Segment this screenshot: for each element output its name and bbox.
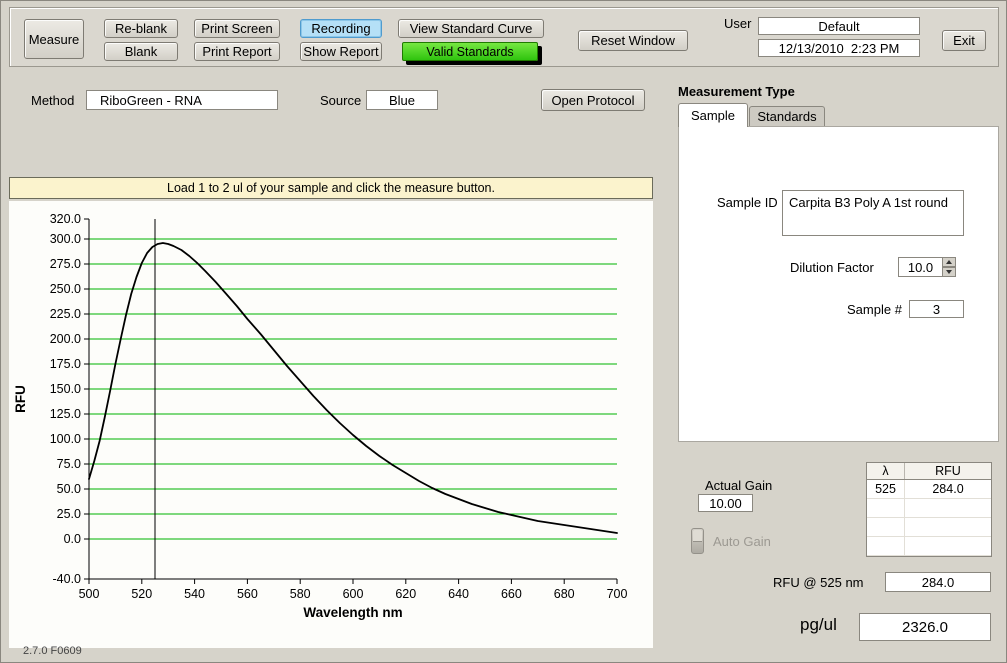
rfu-column-header: RFU [905,463,991,479]
lambda-cell[interactable] [867,518,905,536]
svg-text:25.0: 25.0 [57,507,81,521]
method-label: Method [31,93,74,108]
auto-gain-toggle[interactable] [691,528,704,554]
svg-text:225.0: 225.0 [50,307,81,321]
svg-text:680: 680 [554,587,575,601]
svg-text:75.0: 75.0 [57,457,81,471]
svg-text:125.0: 125.0 [50,407,81,421]
concentration-field: 2326.0 [859,613,991,641]
svg-text:520: 520 [131,587,152,601]
lambda-cell[interactable]: 525 [867,480,905,498]
svg-text:540: 540 [184,587,205,601]
svg-text:660: 660 [501,587,522,601]
svg-text:640: 640 [448,587,469,601]
svg-text:500: 500 [79,587,100,601]
reset-window-button[interactable]: Reset Window [578,30,688,51]
svg-text:600: 600 [343,587,364,601]
spectrum-plot[interactable]: 320.0 300.0 275.0 250.0 225.0 200.0 175.0 150.0… [9,201,653,648]
user-field[interactable]: Default [758,17,920,35]
svg-text:-40.0: -40.0 [53,572,82,586]
lambda-cell[interactable] [867,499,905,517]
spin-up-button[interactable] [943,257,956,267]
svg-text:200.0: 200.0 [50,332,81,346]
rfu-cell[interactable] [905,518,991,536]
svg-text:250.0: 250.0 [50,282,81,296]
svg-text:275.0: 275.0 [50,257,81,271]
view-standard-curve-button[interactable]: View Standard Curve [398,19,544,38]
actual-gain-label: Actual Gain [705,478,772,493]
measure-button[interactable]: Measure [24,19,84,59]
svg-text:175.0: 175.0 [50,357,81,371]
sample-number-label: Sample # [847,302,902,317]
dilution-factor-label: Dilution Factor [790,260,874,275]
svg-text:560: 560 [237,587,258,601]
table-header-row: λ RFU [867,463,991,480]
tab-sample[interactable]: Sample [678,103,748,127]
dilution-factor-value[interactable]: 10.0 [898,257,943,277]
svg-text:100.0: 100.0 [50,432,81,446]
spectrum-chart[interactable]: 320.0 300.0 275.0 250.0 225.0 200.0 175.0 150.0… [9,201,653,648]
chevron-up-icon [946,260,952,264]
rfu-at-525-label: RFU @ 525 nm [773,575,864,590]
method-field[interactable]: RiboGreen - RNA [86,90,278,110]
svg-text:0.0: 0.0 [64,532,81,546]
open-protocol-button[interactable]: Open Protocol [541,89,645,111]
concentration-unit-label: pg/ul [800,615,837,635]
svg-text:Wavelength nm: Wavelength nm [303,605,402,620]
print-screen-button[interactable]: Print Screen [194,19,280,38]
actual-gain-field: 10.00 [698,494,753,512]
source-field[interactable]: Blue [366,90,438,110]
blank-button[interactable]: Blank [104,42,178,61]
sample-number-field[interactable]: 3 [909,300,964,318]
instruction-banner: Load 1 to 2 ul of your sample and click … [9,177,653,199]
user-label: User [724,16,751,31]
sample-tab-panel [678,126,999,442]
print-report-button[interactable]: Print Report [194,42,280,61]
source-label: Source [320,93,361,108]
exit-button[interactable]: Exit [942,30,986,51]
table-row[interactable] [867,499,991,518]
svg-text:150.0: 150.0 [50,382,81,396]
toolbar: Measure Re-blank Blank Print Screen Prin… [9,7,999,67]
reblank-button[interactable]: Re-blank [104,19,178,38]
app-window: Measure Re-blank Blank Print Screen Prin… [0,0,1007,663]
lambda-column-header: λ [867,463,905,479]
show-report-button[interactable]: Show Report [300,42,382,61]
svg-text:700: 700 [607,587,628,601]
rfu-at-525-field: 284.0 [885,572,991,592]
svg-text:RFU: RFU [13,385,28,413]
lambda-cell[interactable] [867,537,905,555]
dilution-factor-stepper[interactable]: 10.0 [898,257,956,277]
auto-gain-label: Auto Gain [713,534,771,549]
table-row[interactable]: 525284.0 [867,480,991,499]
chevron-down-icon [946,270,952,274]
sample-id-field[interactable]: Carpita B3 Poly A 1st round [782,190,964,236]
wavelength-rfu-table: λ RFU 525284.0 [866,462,992,557]
rfu-cell[interactable] [905,537,991,555]
tab-standards[interactable]: Standards [749,106,825,126]
spin-down-button[interactable] [943,267,956,277]
table-row[interactable] [867,518,991,537]
rfu-cell[interactable]: 284.0 [905,480,991,498]
measurement-type-title: Measurement Type [678,84,795,99]
recording-button[interactable]: Recording [300,19,382,38]
sample-id-label: Sample ID [717,195,778,210]
svg-text:620: 620 [395,587,416,601]
valid-standards-indicator: Valid Standards [402,42,538,61]
svg-text:300.0: 300.0 [50,232,81,246]
svg-text:50.0: 50.0 [57,482,81,496]
version-text: 2.7.0 F0609 [23,645,82,657]
datetime-display: 12/13/2010 2:23 PM [758,39,920,57]
svg-text:320.0: 320.0 [50,212,81,226]
svg-text:580: 580 [290,587,311,601]
table-row[interactable] [867,537,991,556]
rfu-cell[interactable] [905,499,991,517]
